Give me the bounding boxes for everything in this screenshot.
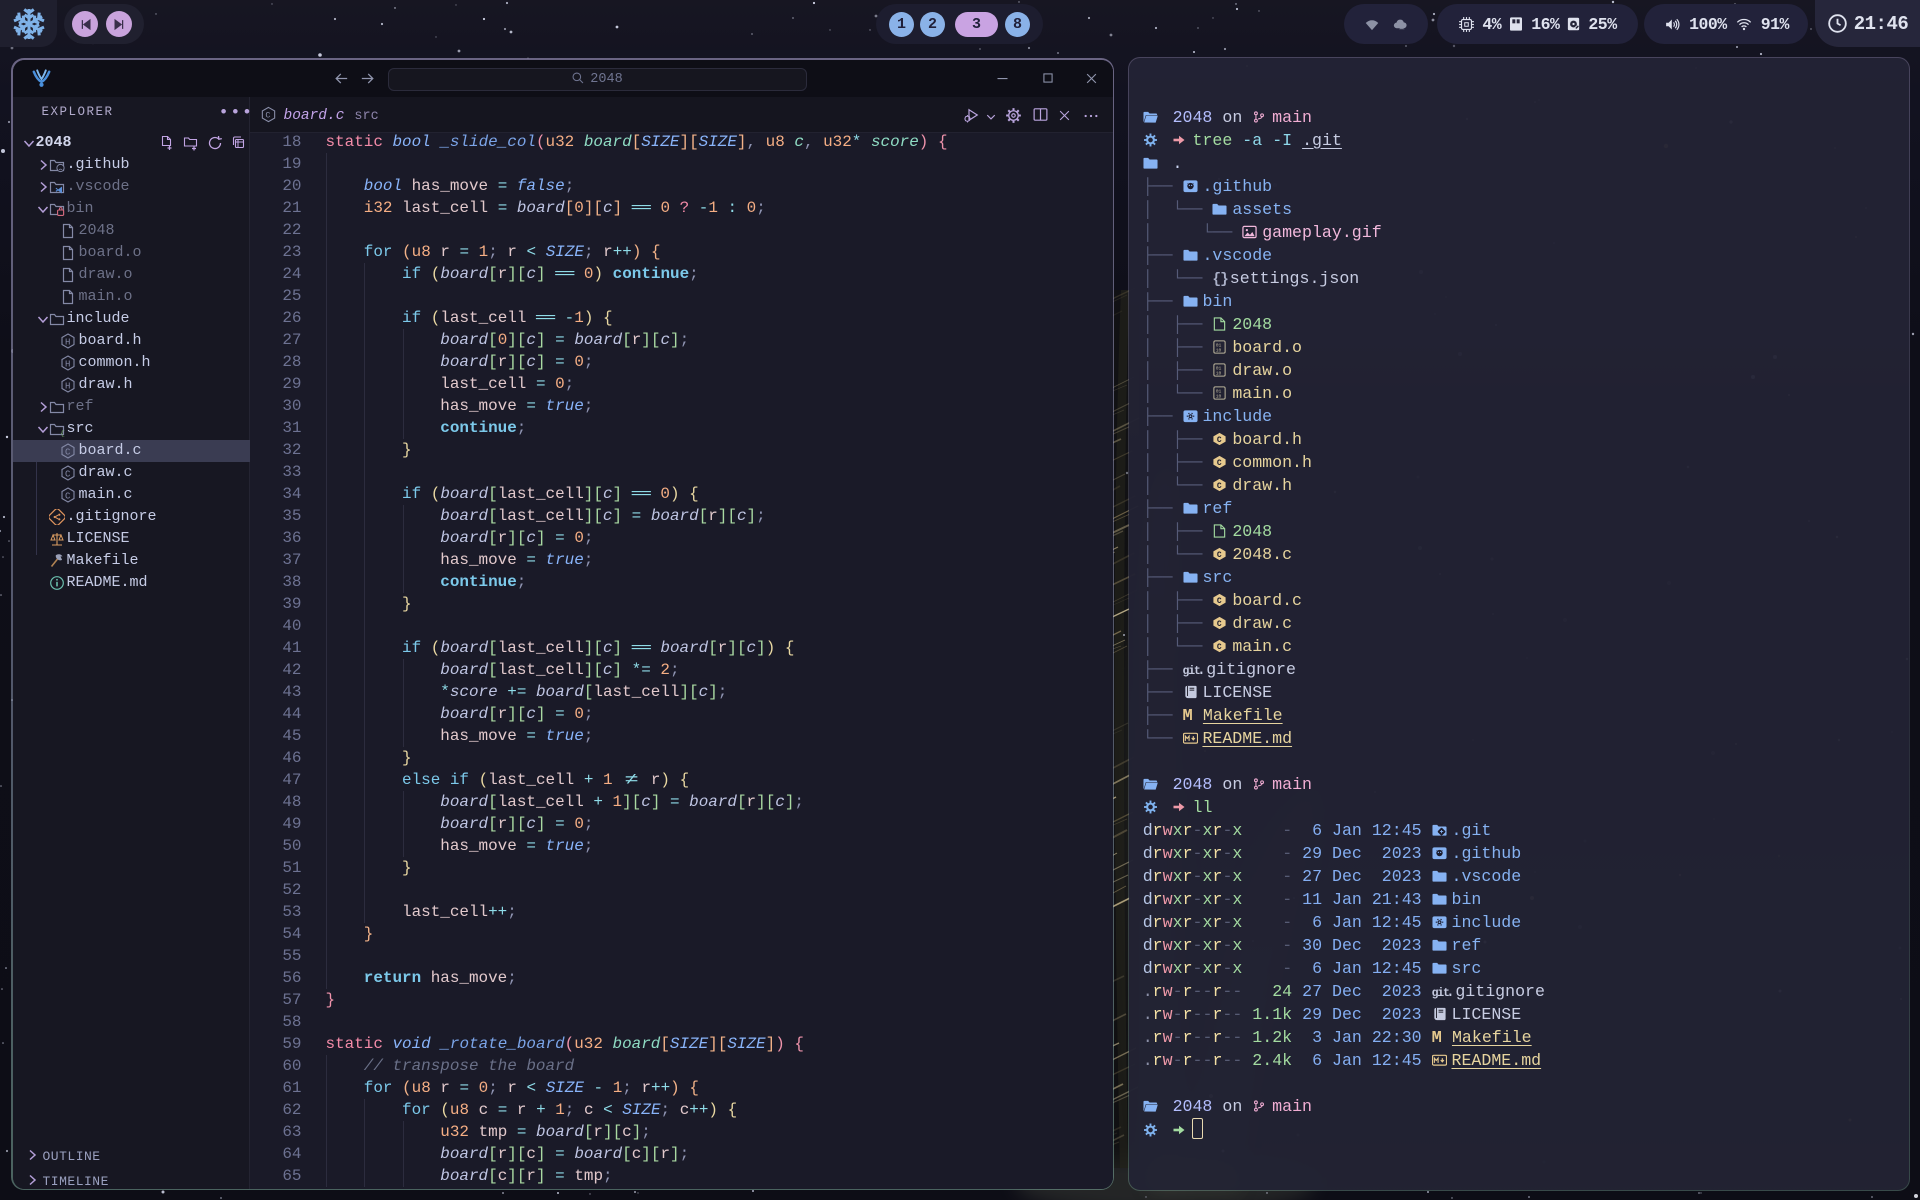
svg-text:C: C [1217,597,1222,606]
svg-text:{}: {} [60,430,65,437]
svg-text:C: C [1217,482,1222,491]
svg-text:01: 01 [1216,365,1222,371]
svg-text:C: C [1217,436,1222,445]
svg-text:C: C [65,469,71,479]
svg-text:C: C [1217,551,1222,560]
svg-text:01: 01 [1216,388,1222,394]
svg-text:C: C [1217,620,1222,629]
svg-text:10: 10 [1216,347,1222,353]
svg-text:C: C [265,110,270,120]
svg-text:C: C [65,447,71,457]
svg-text:C: C [65,491,71,501]
svg-text:H: H [65,381,70,391]
svg-text:H: H [65,337,70,347]
svg-text:10: 10 [1216,370,1222,376]
svg-text:H: H [65,359,70,369]
svg-text:C: C [1217,643,1222,652]
svg-text:10: 10 [1216,393,1222,399]
svg-text:01: 01 [1216,342,1222,348]
svg-text:C: C [1217,459,1222,468]
